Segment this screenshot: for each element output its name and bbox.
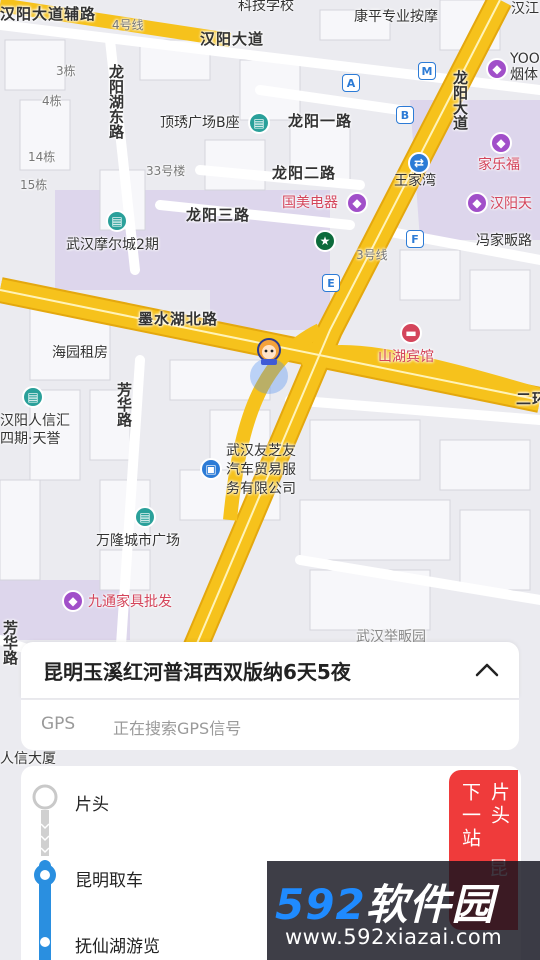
exit-m-badge: M: [418, 62, 436, 80]
office-building-icon: ▤: [106, 210, 128, 232]
exit-a-badge: A: [342, 74, 360, 92]
stop-dot-icon: [32, 784, 58, 810]
shopping-icon: ◆: [490, 132, 512, 154]
stop-item-1[interactable]: 片头: [75, 790, 109, 815]
next-stop-label: 下一站: [459, 782, 481, 851]
office-building-icon: ▤: [248, 112, 270, 134]
road-longyang-yilu: 龙阳一路: [288, 112, 353, 130]
poi-shanhu[interactable]: 山湖宾馆: [378, 348, 434, 366]
stop-item-2[interactable]: 昆明取车: [75, 866, 143, 891]
poi-hanyang-renxin-sub: 四期·天誉: [0, 431, 61, 447]
road-longyang-erlu: 龙阳二路: [272, 164, 337, 182]
shopping-icon: ◆: [346, 192, 368, 214]
poi-moer[interactable]: 武汉摩尔城2期: [66, 236, 159, 254]
poi-hanyang-tian[interactable]: 汉阳天: [490, 195, 532, 213]
gps-status-text: 正在搜索GPS信号: [113, 719, 242, 738]
poi-yoo-sub: 烟体: [510, 67, 538, 83]
route-timeline: [32, 784, 58, 960]
poi-youzhi-3: 务有限公司: [226, 481, 296, 497]
shopping-icon: ◆: [466, 192, 488, 214]
road-longyang-dadao: 龙阳大道: [451, 70, 469, 130]
office-building-icon: ▤: [134, 506, 156, 528]
collapse-button[interactable]: [469, 652, 505, 688]
road-hanyang-dadao: 汉阳大道: [200, 30, 265, 48]
road-fanghua-lu-2: 芳华路: [1, 620, 19, 665]
poi-wangjiawan[interactable]: 王家湾: [394, 172, 436, 190]
building-4: 4栋: [42, 94, 62, 108]
watermark-url: www.592xiazai.com: [285, 925, 503, 949]
poi-hanyang-renxin[interactable]: 汉阳人信汇: [0, 412, 70, 430]
metro-line-4: 4号线: [112, 18, 144, 32]
metro-line-3: 3号线: [356, 248, 388, 262]
exit-f-badge: F: [406, 230, 424, 248]
poi-wanlong[interactable]: 万隆城市广场: [96, 532, 180, 550]
route-header-card[interactable]: 昆明玉溪红河普洱西双版纳6天5夜: [21, 642, 519, 698]
gps-label: GPS: [41, 714, 76, 734]
poi-jialefu[interactable]: 家乐福: [478, 156, 520, 174]
building-33: 33号楼: [146, 164, 186, 178]
avatar-icon: [254, 336, 284, 366]
poi-keji-school[interactable]: 科技学校: [238, 0, 294, 15]
shopping-icon: ◆: [486, 58, 508, 80]
route-title: 昆明玉溪红河普洱西双版纳6天5夜: [43, 660, 351, 684]
office-building-icon: ▤: [22, 386, 44, 408]
road-longyang-hudonglu: 龙阳湖东路: [107, 64, 125, 139]
poi-youzhi[interactable]: 武汉友芝友: [226, 442, 296, 460]
poi-jiutong[interactable]: 九通家具批发: [88, 593, 172, 611]
chevron-up-icon: [475, 663, 499, 677]
metro-station-icon: ⇄: [408, 152, 430, 174]
poi-dingxiu[interactable]: 顶琇广场B座: [160, 114, 240, 132]
road-erhuan: 二环: [516, 390, 540, 408]
watermark-text: 软件园: [365, 880, 495, 929]
building-15: 15栋: [20, 178, 48, 192]
poi-guomei[interactable]: 国美电器: [282, 194, 338, 212]
poi-kangping[interactable]: 康平专业按摩: [354, 8, 438, 26]
road-moshui-hubeilu: 墨水湖北路: [138, 310, 219, 328]
next-stop-target: 片头: [488, 782, 510, 828]
exit-e-badge: E: [322, 274, 340, 292]
poi-youzhi-2: 汽车贸易服: [226, 462, 296, 478]
road-fanghua-lu: 芳华路: [115, 382, 133, 427]
shopping-icon: ◆: [62, 590, 84, 612]
exit-b-badge: B: [396, 106, 414, 124]
hotel-icon: ▬: [400, 322, 422, 344]
poi-fengjia[interactable]: 冯家畈路: [476, 232, 532, 250]
building-3: 3栋: [56, 64, 76, 78]
gps-status-card: GPS 正在搜索GPS信号: [21, 700, 519, 750]
road-hanyang-dadao-fulu: 汉阳大道辅路: [0, 5, 97, 23]
starbucks-icon: ★: [314, 230, 336, 252]
watermark: 592软件园 www.592xiazai.com: [267, 861, 540, 960]
poi-haiyuan[interactable]: 海园租房: [52, 344, 108, 362]
car-service-icon: ▣: [200, 458, 222, 480]
stop-item-3[interactable]: 抚仙湖游览: [75, 932, 160, 957]
road-longyang-sanlu: 龙阳三路: [186, 206, 251, 224]
poi-hanjiang[interactable]: 汉江: [511, 0, 539, 18]
building-14: 14栋: [28, 150, 56, 164]
watermark-number: 592: [275, 880, 366, 929]
